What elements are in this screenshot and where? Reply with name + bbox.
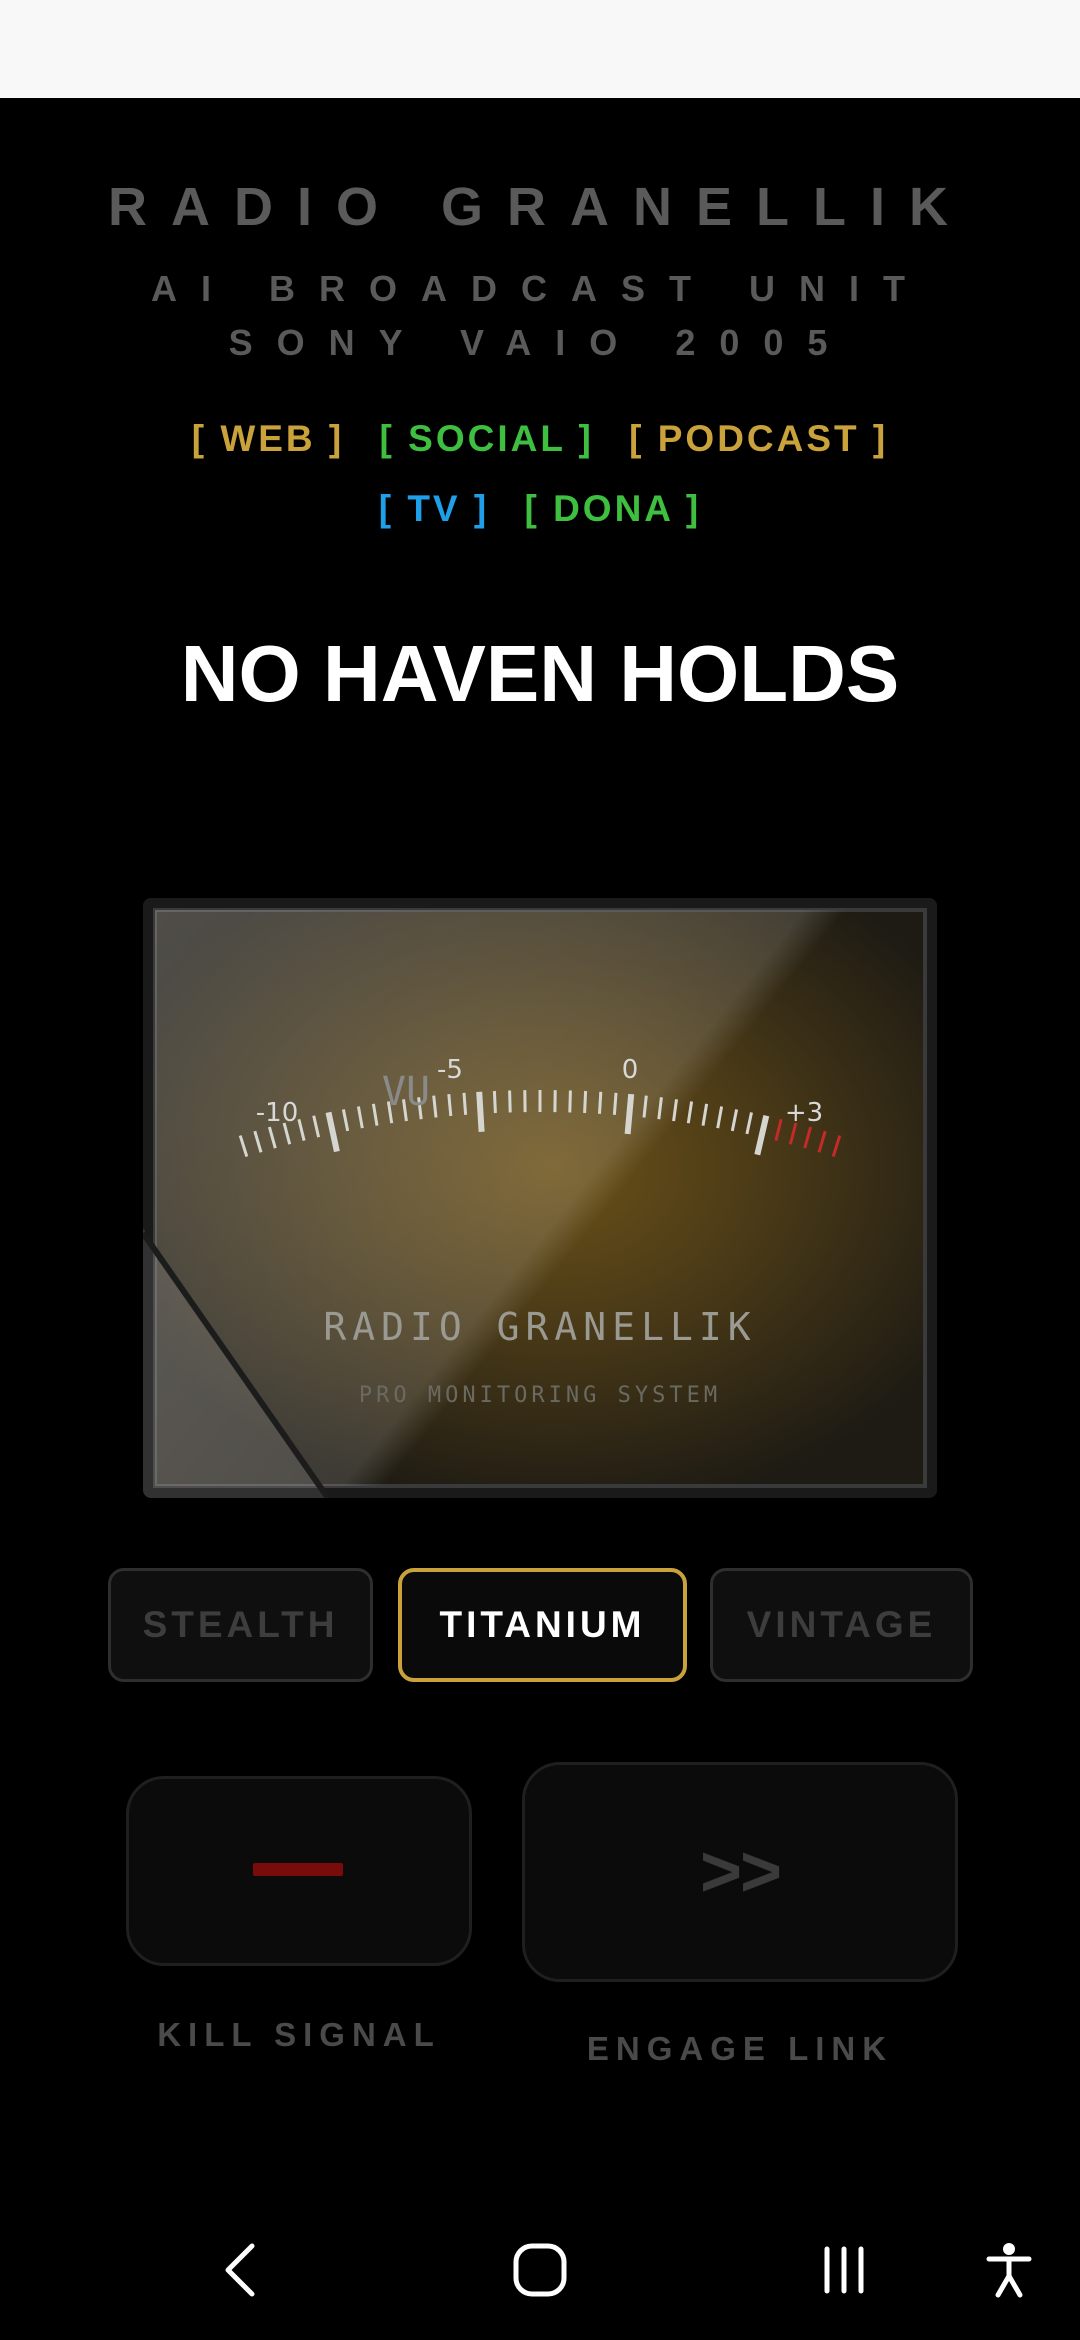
links-row-1: [ WEB ] [ SOCIAL ] [ PODCAST ] (0, 418, 1080, 460)
vu-meter: VU -10 -5 0 +3 RADIO GRANELLIK PRO MONIT… (143, 898, 937, 1498)
recent-apps-icon[interactable] (804, 2200, 884, 2340)
vu-meter-face: VU -10 -5 0 +3 RADIO GRANELLIK PRO MONIT… (143, 898, 937, 1498)
vu-tick (583, 1090, 588, 1114)
kill-signal-button[interactable] (126, 1776, 472, 1966)
accessibility-icon[interactable] (974, 2200, 1044, 2340)
tick-label-0: 0 (622, 1055, 639, 1085)
mode-titanium-button[interactable]: TITANIUM (398, 1568, 687, 1682)
fast-forward-icon: >> (699, 1832, 782, 1912)
vu-tick (598, 1091, 603, 1114)
kill-signal-icon (253, 1863, 343, 1876)
links-row-2: [ TV ] [ DONA ] (0, 488, 1080, 530)
vu-tick (508, 1090, 512, 1113)
back-icon[interactable] (200, 2200, 280, 2340)
vu-tick (447, 1093, 453, 1117)
engage-link-button[interactable]: >> (522, 1762, 958, 1982)
link-web[interactable]: [ WEB ] (192, 418, 345, 460)
tick-label-plus3: +3 (785, 1098, 823, 1128)
link-dona[interactable]: [ DONA ] (524, 488, 701, 530)
vu-major-tick (624, 1093, 635, 1135)
kill-signal-label: KILL SIGNAL (157, 2016, 441, 2053)
vu-tick (492, 1090, 497, 1114)
now-playing-title: NO HAVEN HOLDS (180, 629, 900, 718)
home-icon[interactable] (500, 2200, 580, 2340)
station-device: SONY VAIO 2005 (228, 322, 852, 363)
station-title: RADIO GRANELLIK (108, 177, 972, 237)
mode-vintage-button[interactable]: VINTAGE (710, 1568, 973, 1682)
station-subtitle: AI BROADCAST UNIT (151, 268, 929, 309)
engage-link-label: ENGAGE LINK (586, 2030, 894, 2067)
mode-stealth-button[interactable]: STEALTH (108, 1568, 373, 1682)
meter-tagline: PRO MONITORING SYSTEM (359, 1383, 721, 1408)
system-nav-bar (0, 2200, 1080, 2340)
link-podcast[interactable]: [ PODCAST ] (629, 418, 888, 460)
vu-label: VU (382, 1069, 430, 1115)
status-bar (0, 0, 1080, 98)
tick-label-minus10: -10 (256, 1098, 298, 1128)
vu-tick (462, 1092, 468, 1115)
link-social[interactable]: [ SOCIAL ] (380, 418, 594, 460)
tick-label-minus5: -5 (437, 1055, 463, 1085)
vu-major-tick (476, 1091, 485, 1132)
link-tv[interactable]: [ TV ] (379, 488, 489, 530)
vu-tick (568, 1090, 572, 1113)
vu-tick (612, 1092, 618, 1115)
meter-brand: RADIO GRANELLIK (323, 1305, 756, 1349)
